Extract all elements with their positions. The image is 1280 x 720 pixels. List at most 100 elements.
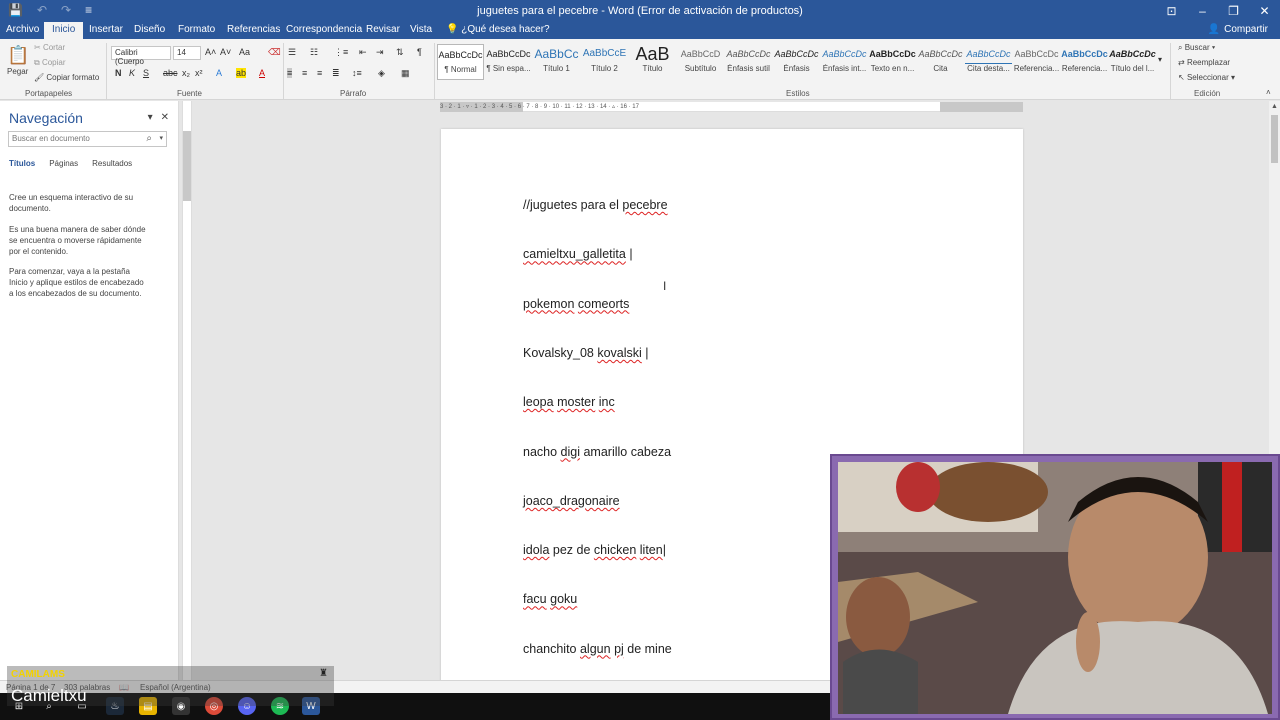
bullets-icon[interactable]: ☰ — [288, 47, 296, 58]
document-line[interactable]: chanchito algun pj de mine — [523, 642, 672, 656]
document-line[interactable]: idola pez de chicken liten| — [523, 543, 666, 557]
minimize-button[interactable]: – — [1187, 0, 1218, 22]
tab-titulos[interactable]: Títulos — [9, 159, 35, 168]
tab-resultados[interactable]: Resultados — [92, 159, 132, 168]
superscript-icon[interactable]: x² — [195, 68, 203, 78]
shrink-font-icon[interactable]: A˅ — [220, 47, 231, 57]
scroll-thumb[interactable] — [1271, 115, 1278, 163]
document-line[interactable]: facu goku — [523, 592, 577, 606]
collapse-ribbon-icon[interactable]: ˄ — [1266, 88, 1271, 97]
search-icon[interactable]: ⌕ — [146, 133, 152, 144]
style-strong[interactable]: AaBbCcDc Texto en n... — [869, 44, 916, 80]
cut-button[interactable]: ✂ Cortar — [34, 43, 65, 52]
tab-insertar[interactable]: Insertar — [89, 24, 123, 35]
find-button[interactable]: ⌕ Buscar ▾ — [1178, 43, 1215, 53]
clear-formatting-icon[interactable]: ⌫ — [268, 47, 281, 58]
document-line[interactable]: Kovalsky_08 kovalski | — [523, 346, 649, 360]
tab-inicio[interactable]: Inicio — [44, 22, 84, 39]
style-heading-1[interactable]: AaBbCc Título 1 — [533, 44, 580, 80]
ribbon-display-icon[interactable]: ⊡ — [1156, 0, 1187, 22]
paste-button[interactable]: Pegar — [7, 67, 28, 76]
chevron-down-icon[interactable]: ▾ — [159, 134, 163, 142]
document-line[interactable]: pokemon comeorts — [523, 297, 629, 311]
document-line[interactable]: joaco_dragonaire — [523, 494, 620, 508]
increase-indent-icon[interactable]: ⇥ — [376, 47, 384, 58]
style-name: Cita — [933, 64, 948, 73]
subscript-icon[interactable]: x₂ — [182, 68, 190, 78]
align-right-icon[interactable]: ≡ — [317, 68, 322, 78]
tab-referencias[interactable]: Referencias — [227, 24, 280, 35]
style-intense-quote[interactable]: AaBbCcDc Cita desta... — [965, 44, 1012, 80]
maximize-button[interactable]: ❐ — [1218, 0, 1249, 22]
style-subtitle[interactable]: AaBbCcD Subtítulo — [677, 44, 724, 80]
style-intense-reference[interactable]: AaBbCcDc Referencia... — [1061, 44, 1108, 80]
style-intense-emphasis[interactable]: AaBbCcDc Énfasis int... — [821, 44, 868, 80]
font-name-combo[interactable]: Calibri (Cuerpo — [111, 46, 171, 66]
tab-archivo[interactable]: Archivo — [6, 24, 39, 35]
format-painter-button[interactable]: 🖌 Copiar formato — [34, 73, 99, 82]
tab-vista[interactable]: Vista — [410, 24, 432, 35]
document-line[interactable]: nacho digi amarillo cabeza — [523, 445, 671, 459]
decrease-indent-icon[interactable]: ⇤ — [359, 47, 367, 58]
numbering-icon[interactable]: ☷ — [310, 47, 318, 58]
close-button[interactable]: ✕ — [1249, 0, 1280, 22]
tab-diseno[interactable]: Diseño — [134, 24, 165, 35]
horizontal-ruler: 3 · 2 · 1 · ▿ · 1 · 2 · 3 · 4 · 5 · 6 · … — [440, 102, 1023, 112]
style-quote[interactable]: AaBbCcDc Cita — [917, 44, 964, 80]
show-marks-icon[interactable]: ¶ — [417, 47, 422, 57]
align-left-icon[interactable]: ≡ — [287, 68, 293, 78]
highlight-icon[interactable]: ab — [236, 68, 247, 78]
ruler-margin — [940, 102, 1023, 112]
replace-button[interactable]: ⇄ Reemplazar — [1178, 58, 1230, 67]
line-spacing-icon[interactable]: ↕≡ — [352, 68, 362, 78]
multilevel-list-icon[interactable]: ⋮≡ — [334, 47, 348, 58]
tab-paginas[interactable]: Páginas — [49, 159, 78, 168]
style-subtle-reference[interactable]: AaBbCcDc Referencia... — [1013, 44, 1060, 80]
text-effects-icon[interactable]: A — [216, 68, 222, 78]
tab-formato[interactable]: Formato — [178, 24, 215, 35]
tell-me-box[interactable]: 💡 ¿Qué desea hacer? — [446, 24, 550, 35]
strikethrough-icon[interactable]: abc — [163, 68, 178, 78]
change-case-icon[interactable]: Aa — [239, 47, 250, 57]
close-icon[interactable]: ✕ — [161, 112, 169, 123]
font-size-combo[interactable]: 14 — [173, 46, 201, 60]
copy-button[interactable]: ⧉ Copiar — [34, 58, 66, 68]
document-line[interactable]: camieltxu_galletita | — [523, 247, 633, 261]
justify-icon[interactable]: ≣ — [332, 68, 340, 79]
misspelled-word: liten — [639, 543, 663, 558]
grow-font-icon[interactable]: A˄ — [205, 47, 216, 57]
font-color-icon[interactable]: A — [259, 68, 265, 78]
sort-icon[interactable]: ⇅ — [396, 47, 404, 58]
scroll-up-icon[interactable]: ▲ — [1271, 103, 1278, 110]
borders-icon[interactable]: ▦ — [401, 68, 410, 79]
misspelled-word: idola — [523, 543, 550, 558]
shading-icon[interactable]: ◈ — [378, 68, 385, 79]
lightbulb-icon: 💡 — [446, 24, 459, 35]
navigation-pane: Navegación ▾ ✕ Buscar en documento ⌕ ▾ T… — [0, 101, 179, 680]
share-button[interactable]: 👤 Compartir — [1208, 24, 1268, 35]
style-subtle-emphasis[interactable]: AaBbCcDc Énfasis sutil — [725, 44, 772, 80]
italic-icon[interactable]: K — [129, 68, 135, 78]
style-heading-2[interactable]: AaBbCcE Título 2 — [581, 44, 628, 80]
chevron-down-icon[interactable]: ▾ — [148, 112, 153, 123]
style-book-title[interactable]: AaBbCcDc Título del l... — [1109, 44, 1156, 80]
bold-icon[interactable]: N — [115, 68, 122, 78]
style-emphasis[interactable]: AaBbCcDc Énfasis — [773, 44, 820, 80]
style-normal[interactable]: AaBbCcDc ¶ Normal — [437, 44, 484, 80]
tab-correspondencia[interactable]: Correspondencia — [286, 24, 362, 35]
ribbon-tabs: Archivo Inicio Insertar Diseño Formato R… — [0, 22, 1280, 39]
style-no-spacing[interactable]: AaBbCcDc ¶ Sin espa... — [485, 44, 532, 80]
style-title[interactable]: AaB Título — [629, 44, 676, 80]
align-center-icon[interactable]: ≡ — [302, 68, 307, 78]
styles-more-icon[interactable]: ▾ — [1158, 55, 1162, 64]
document-line[interactable]: leopa moster inc — [523, 395, 615, 409]
style-preview: AaBbCcDc — [774, 49, 819, 59]
document-line[interactable]: //juguetes para el pecebre — [523, 198, 668, 212]
ribbon: 📋 Pegar ✂ Cortar ⧉ Copiar 🖌 Copiar forma… — [0, 39, 1280, 100]
tab-revisar[interactable]: Revisar — [366, 24, 400, 35]
paste-icon[interactable]: 📋 — [7, 45, 29, 66]
divider — [106, 43, 107, 99]
select-button[interactable]: ↖ Seleccionar ▾ — [1178, 73, 1235, 82]
nav-search-input[interactable]: Buscar en documento ⌕ ▾ — [8, 131, 167, 147]
underline-icon[interactable]: S — [143, 68, 149, 78]
